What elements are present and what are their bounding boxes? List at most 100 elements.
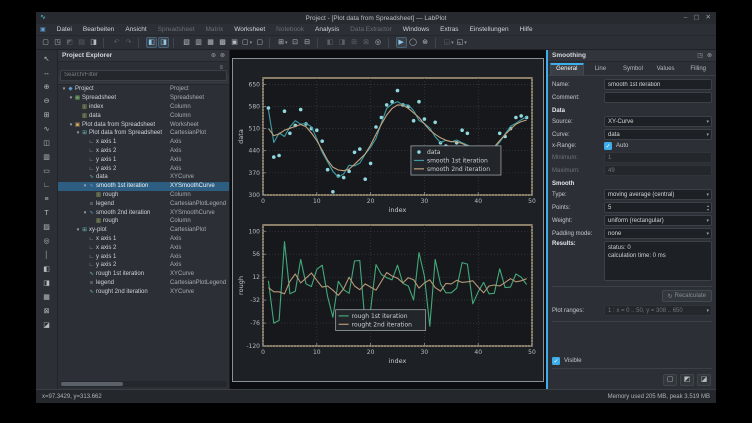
type-combobox[interactable]: moving average (central) ▾ xyxy=(604,189,712,200)
new-worksheet-button[interactable]: ▣ xyxy=(229,37,240,48)
add-image-button[interactable]: ⊟ xyxy=(302,37,313,48)
tree-row-rought-2nd-iteration[interactable]: ∿rought 2nd iterationXYCurve xyxy=(58,287,229,296)
tree-row-y-axis-1[interactable]: ∟y axis 1Axis xyxy=(58,155,229,164)
add-axis-button[interactable]: ∟ xyxy=(40,179,54,192)
menu-einstellungen[interactable]: Einstellungen xyxy=(470,26,509,33)
tree-row-rough[interactable]: ▥roughColumn xyxy=(58,191,229,200)
tree-row-y-axis-2[interactable]: ∟y axis 2Axis xyxy=(58,261,229,270)
new-datapicker-button[interactable]: ▢ xyxy=(254,37,265,48)
weight-combobox[interactable]: uniform (rectangular) ▾ xyxy=(604,215,712,226)
plot-area-bottom[interactable]: -120-76-32125610001020304050indexroughro… xyxy=(237,220,539,365)
magnification-button[interactable]: ◱▾ xyxy=(456,37,468,48)
dock-add-button[interactable]: ▢ xyxy=(663,374,677,386)
add-histogram-button[interactable]: ▥ xyxy=(40,151,54,164)
explorer-hscrollbar-thumb[interactable] xyxy=(61,382,123,386)
dock-float-icon[interactable]: ◳ xyxy=(697,52,703,59)
add-image-tool-button[interactable]: ▨ xyxy=(40,221,54,234)
export-button[interactable]: ◨ xyxy=(88,37,99,48)
pan-tool-button[interactable]: ↔ xyxy=(40,67,54,80)
menu-worksheet[interactable]: Worksheet xyxy=(234,26,265,33)
curve-combobox[interactable]: data ▾ xyxy=(604,129,712,140)
worksheet-page[interactable]: 30037044051058065001020304050indexdatada… xyxy=(232,58,544,382)
menu-analysis[interactable]: Analysis xyxy=(315,26,339,33)
tree-row-legend[interactable]: ≡legendCartesianPlotLegend xyxy=(58,199,229,208)
search-input[interactable] xyxy=(60,70,227,81)
grid-layout-tool-button[interactable]: ▦ xyxy=(40,291,54,304)
tree-row-spreadsheet[interactable]: ▾▦SpreadsheetSpreadsheet xyxy=(58,94,229,103)
tab-line[interactable]: Line xyxy=(585,63,617,75)
dock-close-icon[interactable]: ⊗ xyxy=(707,52,712,59)
tree-row-y-axis-1[interactable]: ∟y axis 1Axis xyxy=(58,252,229,261)
spinner-arrows-icon[interactable]: ▴▾ xyxy=(707,204,709,210)
toggle-properties-dock-button[interactable]: ◨ xyxy=(158,37,169,48)
horizontal-layout-tool-button[interactable]: ◨ xyxy=(40,277,54,290)
title-bar[interactable]: ∿ Project - [Plot data from Spreadsheet]… xyxy=(36,12,716,24)
tab-general[interactable]: General xyxy=(550,63,584,75)
navigate-button[interactable]: ▶ xyxy=(396,37,407,48)
explorer-hscrollbar[interactable] xyxy=(60,381,227,387)
add-reference-line-button[interactable]: │ xyxy=(40,249,54,262)
add-boxplot-button[interactable]: ▭ xyxy=(40,165,54,178)
add-curve-button[interactable]: ∿ xyxy=(40,123,54,136)
tree-row-xy-plot[interactable]: ▾⊞xy-plotCartesianPlot xyxy=(58,226,229,235)
settings-button[interactable]: ⊛ xyxy=(420,37,431,48)
toggle-project-explorer-button[interactable]: ◧ xyxy=(146,37,157,48)
vertical-layout-button[interactable]: ◧ xyxy=(325,37,336,48)
recalculate-button[interactable]: ↻ Recalculate xyxy=(662,290,712,302)
maximize-button[interactable]: ▢ xyxy=(693,13,699,23)
tree-row-rough-1st-iteration[interactable]: ∿rough 1st iterationXYCurve xyxy=(58,270,229,279)
zoom-select-button[interactable]: ◯ xyxy=(408,37,419,48)
new-spreadsheet-button[interactable]: ▦ xyxy=(205,37,216,48)
tree-row-data[interactable]: ▥dataColumn xyxy=(58,111,229,120)
break-layout-button[interactable]: ⊠ xyxy=(361,37,372,48)
zoom-in-tool-button[interactable]: ⊕ xyxy=(40,81,54,94)
tree-row-legend[interactable]: ≡legendCartesianPlotLegend xyxy=(58,279,229,288)
save-project-button[interactable]: ◩ xyxy=(64,37,75,48)
menu-windows[interactable]: Windows xyxy=(403,26,429,33)
tree-row-x-axis-1[interactable]: ∟x axis 1Axis xyxy=(58,138,229,147)
horizontal-layout-button[interactable]: ◨ xyxy=(337,37,348,48)
smoothing-dock-header[interactable]: Smoothing ◳⊗ xyxy=(548,50,716,62)
add-text-label-button[interactable]: ⊡ xyxy=(290,37,301,48)
redo-button[interactable]: ↷ xyxy=(123,37,134,48)
menu-bearbeiten[interactable]: Bearbeiten xyxy=(83,26,114,33)
zoom-out-tool-button[interactable]: ⊖ xyxy=(40,95,54,108)
select-tool-button[interactable]: ↖ xyxy=(40,53,54,66)
add-text-label-tool-button[interactable]: T xyxy=(40,207,54,220)
menu-datei[interactable]: Datei xyxy=(57,26,72,33)
fit-selection-button[interactable]: ◎ xyxy=(373,37,384,48)
comment-field[interactable] xyxy=(604,92,712,103)
tab-values[interactable]: Values xyxy=(650,63,682,75)
tab-symbol[interactable]: Symbol xyxy=(617,63,649,75)
new-workbook-button[interactable]: ▥ xyxy=(193,37,204,48)
tree-row-rough[interactable]: ▥roughColumn xyxy=(58,217,229,226)
add-info-element-button[interactable]: ◎ xyxy=(40,235,54,248)
tree-row-x-axis-2[interactable]: ∟x axis 2Axis xyxy=(58,147,229,156)
new-project-button[interactable]: ▢ xyxy=(40,37,51,48)
filter-icon[interactable]: ≡ xyxy=(219,65,223,71)
source-combobox[interactable]: XY-Curve ▾ xyxy=(604,116,712,127)
new-analysis-button[interactable]: ▢▾ xyxy=(241,37,253,48)
auto-checkbox[interactable]: ✓ xyxy=(604,142,612,150)
padding-mode-combobox[interactable]: none ▾ xyxy=(604,228,712,239)
tree-row-plot-data-from-spreadsheet[interactable]: ▾⊞Plot data from SpreadsheetCartesianPlo… xyxy=(58,129,229,138)
tree-row-project[interactable]: ▾◆ProjectProject xyxy=(58,85,229,94)
visible-checkbox[interactable]: ✓ xyxy=(552,357,560,365)
break-layout-tool-button[interactable]: ⊠ xyxy=(40,305,54,318)
explorer-settings-icon[interactable]: ⊛ xyxy=(211,52,216,59)
add-legend-button[interactable]: ≡ xyxy=(40,193,54,206)
explorer-close-icon[interactable]: ⊗ xyxy=(220,52,225,59)
menu-ansicht[interactable]: Ansicht xyxy=(125,26,146,33)
tree-row-data[interactable]: ∿dataXYCurve xyxy=(58,173,229,182)
plot-area-top[interactable]: 30037044051058065001020304050indexdatada… xyxy=(237,73,539,214)
close-button[interactable]: ✕ xyxy=(706,13,711,23)
tree-row-smooth-2nd-iteration[interactable]: ▾∿smooth 2nd iterationXYSmoothCurve xyxy=(58,208,229,217)
export-worksheet-button[interactable]: ◪ xyxy=(40,319,54,332)
add-cartesian-plot-button[interactable]: ⊞ xyxy=(40,109,54,122)
tree-row-x-axis-2[interactable]: ∟x axis 2Axis xyxy=(58,243,229,252)
add-plot-button[interactable]: ⊞▾ xyxy=(277,37,288,48)
zoom-mode-button[interactable]: ◲▾ xyxy=(443,37,455,48)
grid-layout-button[interactable]: ⊞ xyxy=(349,37,360,48)
points-spinbox[interactable]: 5 ▴▾ xyxy=(604,202,712,213)
minimize-button[interactable]: – xyxy=(684,13,688,23)
